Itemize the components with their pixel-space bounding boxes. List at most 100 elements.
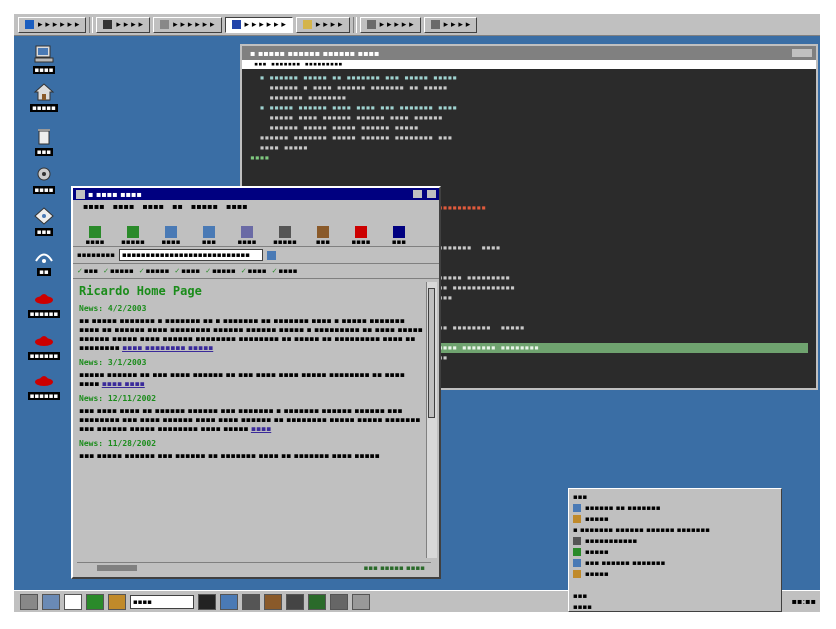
bookmark-link[interactable]: ▪▪▪▪ bbox=[241, 267, 267, 275]
menu-item[interactable]: ▪▪▪▪ bbox=[113, 202, 135, 211]
toolbar-button-label: ▪▪▪▪ bbox=[237, 238, 257, 246]
bookmark-link[interactable]: ▪▪▪▪▪ bbox=[103, 267, 134, 275]
news-date: News: 12/11/2002 bbox=[79, 394, 157, 403]
status-bar: ▪▪▪ ▪▪▪▪▪ ▪▪▪▪ bbox=[77, 562, 431, 573]
location-input[interactable]: ▪▪▪▪▪▪▪▪▪▪▪▪▪▪▪▪▪▪▪▪▪▪▪▪▪▪▪ bbox=[118, 249, 263, 261]
terminal-line: ▪▪▪▪▪ ▪▪▪▪ ▪▪▪▪▪▪ ▪▪▪▪▪▪ ▪▪▪▪ ▪▪▪▪▪▪ bbox=[250, 113, 443, 122]
palette-icon[interactable] bbox=[108, 593, 126, 610]
toolbar-button[interactable]: ▪▪▪▪▪ bbox=[115, 226, 151, 246]
menu-item[interactable]: ▪▪▪▪ bbox=[142, 202, 164, 211]
terminal-titlebar[interactable]: ▪ ▪▪▪▪▪ ▪▪▪▪▪▪ ▪▪▪▪▪▪ ▪▪▪▪ bbox=[242, 46, 816, 60]
text-icon[interactable] bbox=[64, 593, 82, 610]
desktop-icon-redhat[interactable]: ▪▪▪▪▪▪ bbox=[22, 330, 66, 366]
bookmark-link[interactable]: ▪▪▪▪ bbox=[174, 267, 200, 275]
desktop-icon-disk[interactable]: ▪▪▪ bbox=[22, 206, 66, 242]
menu-item[interactable]: ▪▪▪▪▪ bbox=[191, 202, 218, 211]
edit-icon[interactable] bbox=[220, 593, 238, 610]
desktop-icon-computer[interactable]: ▪▪▪▪ bbox=[22, 44, 66, 80]
popup-menu-item-label: ▪ ▪▪▪▪▪▪▪ ▪▪▪▪▪▪ ▪▪▪▪▪▪ ▪▪▪▪▪▪▪ bbox=[573, 525, 710, 534]
news-link[interactable]: ▪▪▪▪ ▪▪▪▪ bbox=[102, 379, 145, 388]
horizontal-scrollbar[interactable] bbox=[97, 565, 137, 571]
menu-item[interactable]: ▪▪▪▪ bbox=[83, 202, 105, 211]
toolbar-button-label: ▪▪▪▪▪ bbox=[273, 238, 297, 246]
network-icon[interactable] bbox=[264, 593, 282, 610]
popup-menu-item[interactable]: ▪▪▪ bbox=[573, 491, 777, 502]
monitor-icon[interactable] bbox=[86, 593, 104, 610]
close-button[interactable] bbox=[427, 190, 436, 198]
files-icon[interactable] bbox=[242, 593, 260, 610]
bookmark-link[interactable]: ▪▪▪ bbox=[77, 267, 98, 275]
app-icon bbox=[573, 558, 581, 567]
tools-icon[interactable] bbox=[42, 593, 60, 610]
popup-menu-item[interactable]: ▪ ▪▪▪▪▪▪▪ ▪▪▪▪▪▪ ▪▪▪▪▪▪ ▪▪▪▪▪▪▪ bbox=[573, 524, 777, 535]
popup-menu-item[interactable]: ▪▪▪▪▪▪ ▪▪ ▪▪▪▪▪▪▪ bbox=[573, 502, 777, 513]
menu-item[interactable]: ▪▪ bbox=[172, 202, 183, 211]
task-window[interactable]: ▸ ▸ ▸ ▸ ▸ ▸ bbox=[153, 16, 222, 33]
desktop-icon-label: ▪▪▪ bbox=[34, 148, 54, 156]
scrollbar-thumb[interactable] bbox=[428, 288, 435, 418]
minimize-button[interactable] bbox=[413, 190, 422, 198]
desktop-icon-redhat[interactable]: ▪▪▪▪▪▪ bbox=[22, 288, 66, 324]
news-link[interactable]: ▪▪▪▪ ▪▪▪▪▪▪▪▪ ▪▪▪▪▪ bbox=[122, 343, 213, 352]
terminal-line: ▪▪▪▪▪▪ ▪▪▪▪▪ ▪▪▪▪▪ ▪▪▪▪▪▪ ▪▪▪▪▪ bbox=[250, 123, 419, 132]
gnome-icon[interactable] bbox=[308, 593, 326, 610]
taskbar-field[interactable]: ▪▪▪▪ bbox=[130, 594, 194, 609]
top-taskbar: ▸ ▸ ▸ ▸ ▸ ▸ ▸ ▸ ▸ ▸ ▸ ▸ ▸ ▸ ▸ ▸ ▸ ▸ ▸ ▸ … bbox=[14, 14, 820, 36]
toolbar-button[interactable]: ▪▪▪▪▪ bbox=[267, 226, 303, 246]
task-folder[interactable]: ▸ ▸ ▸ ▸ bbox=[295, 16, 350, 33]
toolbar-button[interactable]: ▪▪▪ bbox=[381, 226, 417, 246]
vertical-scrollbar[interactable] bbox=[426, 282, 437, 558]
browser-window[interactable]: ▪ ▪▪▪▪ ▪▪▪▪ ▪▪▪▪ ▪▪▪▪ ▪▪▪▪ ▪▪ ▪▪▪▪▪ ▪▪▪▪ ▪▪▪▪… bbox=[71, 186, 441, 579]
desktop-icon-network[interactable]: ▪▪ bbox=[22, 246, 66, 282]
browser-icon bbox=[231, 20, 241, 29]
toolbar-button-label: ▪▪▪▪ bbox=[85, 238, 105, 246]
popup-menu-item[interactable]: ▪▪▪▪ bbox=[573, 601, 777, 612]
desktop-icon-settings[interactable]: ▪▪▪▪ bbox=[22, 164, 66, 200]
go-icon[interactable] bbox=[266, 250, 276, 260]
toolbar-button[interactable]: ▪▪▪▪ bbox=[229, 226, 265, 246]
terminal-icon[interactable] bbox=[198, 593, 216, 610]
window-controls[interactable] bbox=[792, 49, 812, 57]
popup-menu-item[interactable]: ▪▪▪▪▪ bbox=[573, 568, 777, 579]
terminal-line: ▪ ▪▪▪▪▪ ▪▪▪▪▪▪ ▪▪▪▪ ▪▪▪▪ ▪▪▪ ▪▪▪▪▪▪▪ ▪▪▪… bbox=[250, 103, 458, 112]
toolbar-button[interactable]: ▪▪▪▪ bbox=[343, 226, 379, 246]
app-icon bbox=[573, 514, 581, 523]
task-terminal[interactable]: ▸ ▸ ▸ ▸ bbox=[96, 16, 151, 33]
terminal-line: ▪▪▪▪ ▪▪▪▪▪ bbox=[250, 143, 308, 152]
popup-menu: ▪▪▪ ▪▪▪▪▪▪ ▪▪ ▪▪▪▪▪▪▪ ▪▪▪▪▪ ▪ ▪▪▪▪▪▪▪ ▪▪▪▪▪… bbox=[568, 488, 782, 612]
toolbar-button-label: ▪▪▪▪ bbox=[351, 238, 371, 246]
popup-menu-item[interactable]: ▪▪▪▪▪ bbox=[573, 546, 777, 557]
window-icon bbox=[160, 20, 170, 29]
task-label: ▸ ▸ ▸ ▸ ▸ bbox=[379, 19, 414, 30]
popup-menu-item[interactable]: ▪▪▪ bbox=[573, 590, 777, 601]
bookmark-link[interactable]: ▪▪▪▪▪ bbox=[205, 267, 236, 275]
popup-menu-item[interactable]: ▪▪▪▪▪▪▪▪▪▪▪ bbox=[573, 535, 777, 546]
desktop-icon-redhat[interactable]: ▪▪▪▪▪▪ bbox=[22, 370, 66, 406]
task-browser[interactable]: ▸ ▸ ▸ ▸ ▸ ▸ bbox=[224, 16, 293, 33]
toolbar-button[interactable]: ▪▪▪▪ bbox=[153, 226, 189, 246]
search-icon bbox=[241, 226, 253, 238]
task-app[interactable]: ▸ ▸ ▸ ▸ bbox=[423, 16, 478, 33]
desktop-icon-trash[interactable]: ▪▪▪ bbox=[22, 126, 66, 162]
news-link[interactable]: ▪▪▪▪ bbox=[251, 424, 271, 433]
popup-menu-item[interactable]: ▪▪▪ ▪▪▪▪▪▪ ▪▪▪▪▪▪▪ bbox=[573, 557, 777, 568]
bookmark-link[interactable]: ▪▪▪▪ bbox=[272, 267, 298, 275]
task-start[interactable]: ▸ ▸ ▸ ▸ ▸ ▸ bbox=[18, 16, 87, 33]
desktop-icon-home[interactable]: ▪▪▪▪▪ bbox=[22, 82, 66, 118]
popup-menu-item[interactable]: ▪▪▪▪▪ bbox=[573, 513, 777, 524]
toolbar-button[interactable]: ▪▪▪ bbox=[191, 226, 227, 246]
printer-icon[interactable] bbox=[286, 593, 304, 610]
popup-menu-item-label: ▪▪▪ bbox=[573, 591, 588, 600]
help-icon[interactable] bbox=[352, 593, 370, 610]
calculator-icon[interactable] bbox=[330, 593, 348, 610]
bookmark-link[interactable]: ▪▪▪▪▪ bbox=[139, 267, 170, 275]
menu-item[interactable]: ▪▪▪▪ bbox=[226, 202, 248, 211]
task-app[interactable]: ▸ ▸ ▸ ▸ ▸ bbox=[359, 16, 421, 33]
toolbar-button[interactable]: ▪▪▪▪ bbox=[77, 226, 113, 246]
popup-menu-item[interactable] bbox=[573, 579, 777, 590]
toolbar-button[interactable]: ▪▪▪ bbox=[305, 226, 341, 246]
browser-titlebar[interactable]: ▪ ▪▪▪▪ ▪▪▪▪ bbox=[73, 188, 439, 200]
page-content[interactable]: Ricardo Home Page News: 4/2/2003 ▪▪ ▪▪▪▪▪… bbox=[77, 282, 429, 558]
settings-icon[interactable] bbox=[20, 593, 38, 610]
